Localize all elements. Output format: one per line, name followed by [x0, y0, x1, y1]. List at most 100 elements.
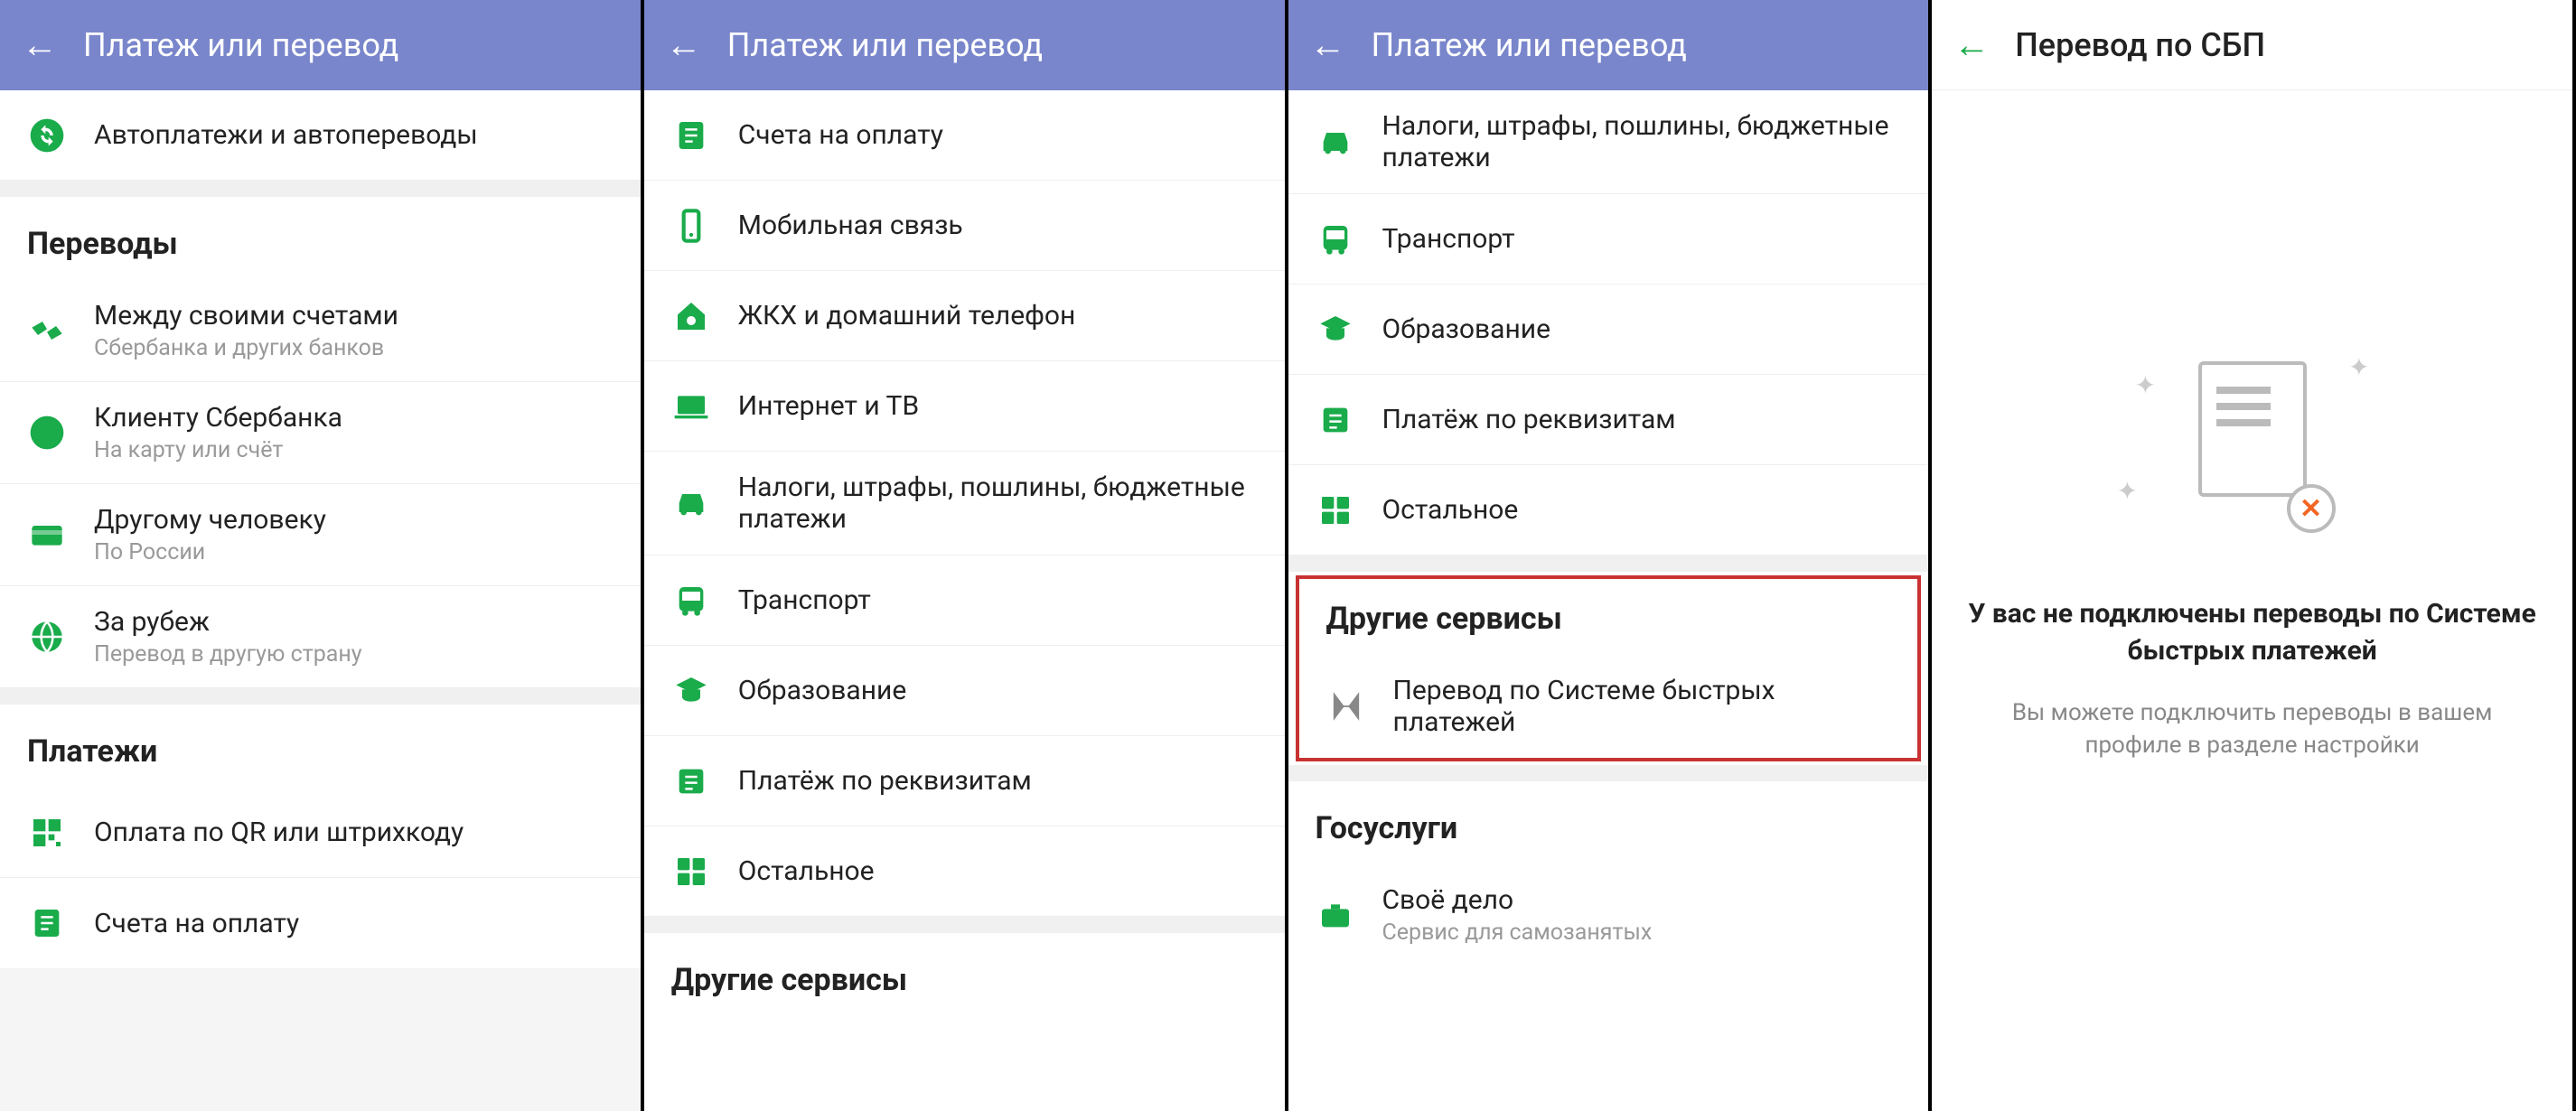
item-label: ЖКХ и домашний телефон	[738, 300, 1258, 331]
error-badge-icon: ✕	[2287, 484, 2336, 533]
bus-icon	[671, 581, 711, 621]
item-label: За рубеж	[94, 606, 614, 638]
list-item-taxes[interactable]: Налоги, штрафы, пошлины, бюджетные плате…	[644, 452, 1285, 556]
item-label: Своё дело	[1382, 884, 1902, 916]
list-item-own-business[interactable]: Своё дело Сервис для самозанятых	[1288, 864, 1929, 966]
item-sub: Сервис для самозанятых	[1382, 920, 1902, 946]
globe-icon	[27, 617, 67, 657]
refresh-icon	[27, 116, 67, 155]
pane-2-payments-list: ← Платеж или перевод Счета на оплату Моб…	[644, 0, 1288, 1111]
back-icon[interactable]: ←	[1310, 27, 1346, 63]
item-label: Счета на оплату	[94, 908, 614, 939]
document-illustration: ✦ ✦ ✦ ✕	[2162, 361, 2343, 542]
list-item-sber-client[interactable]: Клиенту Сбербанка На карту или счёт	[0, 382, 641, 484]
sbp-icon	[1326, 686, 1366, 726]
list-item-utilities[interactable]: ЖКХ и домашний телефон	[644, 271, 1285, 361]
item-label: Налоги, штрафы, пошлины, бюджетные плате…	[1382, 110, 1902, 173]
item-label: Транспорт	[1382, 223, 1902, 255]
list-item-internet-tv[interactable]: Интернет и ТВ	[644, 361, 1285, 452]
back-icon[interactable]: ←	[666, 27, 702, 63]
empty-state-subtitle: Вы можете подключить переводы в вашем пр…	[1968, 696, 2536, 762]
list-item-sbp-transfer[interactable]: Перевод по Системе быстрых платежей	[1299, 655, 1918, 758]
item-label: Образование	[1382, 313, 1902, 345]
appbar: ← Перевод по СБП	[1932, 0, 2572, 90]
list-item-transport[interactable]: Транспорт	[644, 556, 1285, 646]
item-label: Клиенту Сбербанка	[94, 402, 614, 434]
list-item-transport[interactable]: Транспорт	[1288, 194, 1929, 285]
list-item-requisites[interactable]: Платёж по реквизитам	[1288, 375, 1929, 465]
empty-state-title: У вас не подключены переводы по Системе …	[1968, 596, 2536, 669]
list-item-other[interactable]: Остальное	[1288, 465, 1929, 556]
list-item-invoices[interactable]: Счета на оплату	[644, 90, 1285, 181]
appbar-title: Платеж или перевод	[83, 26, 398, 64]
item-label: Автоплатежи и автопереводы	[94, 119, 614, 151]
item-label: Другому человеку	[94, 504, 614, 536]
list-item-education[interactable]: Образование	[644, 646, 1285, 736]
empty-state: ✦ ✦ ✦ ✕ У вас не подключены переводы по …	[1932, 90, 2572, 762]
pane-1-payments-transfers: ← Платеж или перевод Автоплатежи и автоп…	[0, 0, 644, 1111]
highlight-sbp: Другие сервисы Перевод по Системе быстры…	[1296, 575, 1922, 761]
other-icon	[1316, 490, 1355, 530]
list-item-other[interactable]: Остальное	[644, 826, 1285, 917]
item-label: Остальное	[738, 855, 1258, 887]
back-icon[interactable]: ←	[22, 27, 58, 63]
other-icon	[671, 852, 711, 892]
appbar: ← Платеж или перевод	[644, 0, 1285, 90]
appbar: ← Платеж или перевод	[1288, 0, 1929, 90]
section-header-transfers: Переводы	[0, 197, 641, 280]
list-item-requisites[interactable]: Платёж по реквизитам	[644, 736, 1285, 826]
invoice-icon	[27, 903, 67, 943]
item-label: Интернет и ТВ	[738, 390, 1258, 422]
grad-icon	[1316, 310, 1355, 350]
req-icon	[671, 761, 711, 801]
appbar-title: Платеж или перевод	[727, 26, 1043, 64]
bus-icon	[1316, 219, 1355, 259]
item-label: Счета на оплату	[738, 119, 1258, 151]
back-icon[interactable]: ←	[1953, 27, 1990, 63]
sparkle-icon: ✦	[2117, 476, 2138, 506]
list-item-other-person[interactable]: Другому человеку По России	[0, 484, 641, 586]
section-header-other-services: Другие сервисы	[644, 933, 1285, 1016]
card-icon	[27, 515, 67, 555]
item-label: Транспорт	[738, 584, 1258, 616]
item-label: Между своими счетами	[94, 300, 614, 331]
item-label: Остальное	[1382, 494, 1902, 526]
section-header-gosuslugi: Госуслуги	[1288, 781, 1929, 864]
list-item-taxes[interactable]: Налоги, штрафы, пошлины, бюджетные плате…	[1288, 90, 1929, 194]
appbar-title: Перевод по СБП	[2015, 26, 2265, 64]
req-icon	[1316, 400, 1355, 440]
section-header-other-services: Другие сервисы	[1299, 579, 1918, 655]
invoice-icon	[671, 116, 711, 155]
sparkle-icon: ✦	[2348, 352, 2369, 382]
item-label: Перевод по Системе быстрых платежей	[1393, 675, 1891, 738]
item-label: Налоги, штрафы, пошлины, бюджетные плате…	[738, 471, 1258, 535]
sber-icon	[27, 413, 67, 453]
item-sub: Сбербанка и других банков	[94, 335, 614, 361]
list-item-between-accounts[interactable]: Между своими счетами Сбербанка и других …	[0, 280, 641, 382]
item-label: Оплата по QR или штрихкоду	[94, 817, 614, 848]
hands-icon	[27, 311, 67, 350]
grad-icon	[671, 671, 711, 711]
item-sub: Перевод в другую страну	[94, 641, 614, 668]
section-header-payments: Платежи	[0, 705, 641, 788]
appbar-title: Платеж или перевод	[1372, 26, 1687, 64]
item-label: Мобильная связь	[738, 210, 1258, 241]
item-label: Образование	[738, 675, 1258, 706]
sparkle-icon: ✦	[2135, 370, 2156, 400]
list-item-autopay[interactable]: Автоплатежи и автопереводы	[0, 90, 641, 181]
house-icon	[671, 296, 711, 336]
laptop-icon	[671, 387, 711, 426]
qr-icon	[27, 813, 67, 853]
list-item-education[interactable]: Образование	[1288, 285, 1929, 375]
appbar: ← Платеж или перевод	[0, 0, 641, 90]
pane-3-sbp-highlight: ← Платеж или перевод Налоги, штрафы, пош…	[1288, 0, 1933, 1111]
list-item-qr-pay[interactable]: Оплата по QR или штрихкоду	[0, 788, 641, 878]
car-icon	[671, 483, 711, 523]
list-item-invoices[interactable]: Счета на оплату	[0, 878, 641, 968]
car-icon	[1316, 122, 1355, 162]
list-item-abroad[interactable]: За рубеж Перевод в другую страну	[0, 586, 641, 688]
pane-4-sbp-empty: ← Перевод по СБП ✦ ✦ ✦ ✕ У вас не подклю…	[1932, 0, 2576, 1111]
item-sub: По России	[94, 539, 614, 565]
list-item-mobile[interactable]: Мобильная связь	[644, 181, 1285, 271]
item-label: Платёж по реквизитам	[738, 765, 1258, 797]
